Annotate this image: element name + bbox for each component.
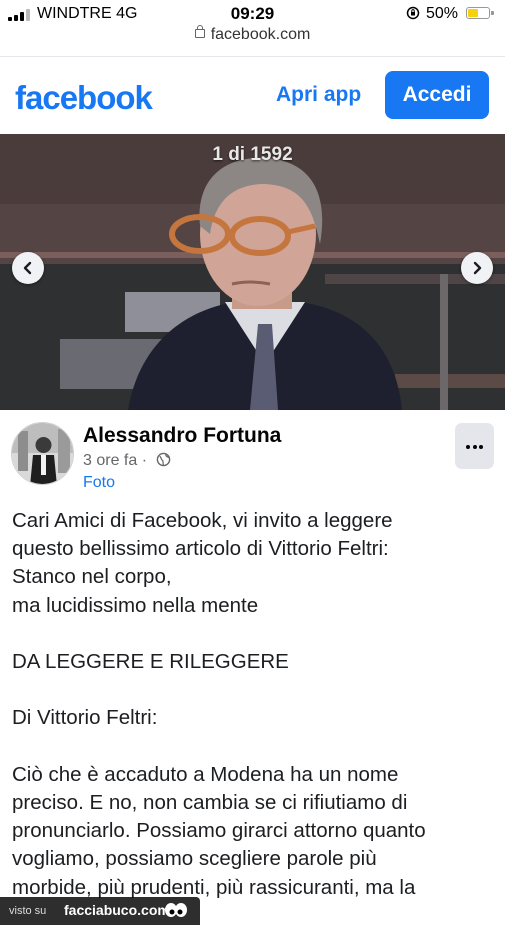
post-text-line: pronunciarlo. Possiamo girarci attorno q… xyxy=(12,819,426,843)
post-photo[interactable]: 1 di 1592 xyxy=(0,134,505,410)
avatar-image xyxy=(12,423,73,484)
next-photo-button[interactable] xyxy=(461,252,493,284)
post-text-line: Cari Amici di Facebook, vi invito a legg… xyxy=(12,509,393,532)
facebook-logo[interactable]: facebook xyxy=(15,79,153,117)
meta-separator: · xyxy=(141,452,148,469)
album-link[interactable]: Foto xyxy=(83,474,115,492)
status-bar: WINDTRE 4G 09:29 50% xyxy=(0,0,505,28)
watermark-prefix: visto su xyxy=(9,905,47,917)
rotation-lock-icon xyxy=(406,6,420,20)
site-header: facebook Apri app Accedi xyxy=(0,56,505,135)
post-text-line: Ciò che è accaduto a Modena ha un nome xyxy=(12,762,399,786)
photo-counter: 1 di 1592 xyxy=(212,144,293,165)
watermark-site: facciabuco.com xyxy=(64,902,170,918)
photo-image xyxy=(0,134,505,410)
login-button[interactable]: Accedi xyxy=(385,71,489,119)
watermark: visto su facciabuco.com xyxy=(0,897,200,925)
battery-level-fill xyxy=(468,9,478,17)
post-text-line: vogliamo, possiamo scegliere parole più xyxy=(12,847,377,871)
globe-icon xyxy=(156,452,170,467)
post-author[interactable]: Alessandro Fortuna xyxy=(83,424,281,448)
avatar[interactable] xyxy=(11,422,74,485)
url-text: facebook.com xyxy=(210,26,311,43)
post-text: Cari Amici di Facebook, vi invito a legg… xyxy=(12,507,497,902)
post-text-line: questo bellissimo articolo di Vittorio F… xyxy=(12,537,389,561)
post-text-line: Di Vittorio Feltri: xyxy=(12,706,158,730)
battery-icon xyxy=(466,7,494,19)
open-app-link[interactable]: Apri app xyxy=(276,83,361,107)
address-bar[interactable]: facebook.com xyxy=(0,25,505,50)
eyes-icon xyxy=(165,903,187,917)
battery-percent: 50% xyxy=(426,5,459,22)
previous-photo-button[interactable] xyxy=(12,252,44,284)
more-options-button[interactable] xyxy=(455,423,494,469)
post-time[interactable]: 3 ore fa xyxy=(83,452,137,469)
post-text-line: ma lucidissimo nella mente xyxy=(12,593,259,617)
lock-icon xyxy=(194,25,205,38)
post-text-line: preciso. E no, non cambia se ci rifiutia… xyxy=(12,790,408,814)
post-text-line: Stanco nel corpo, xyxy=(12,565,172,589)
post-meta: 3 ore fa · xyxy=(83,452,171,470)
post-text-line: DA LEGGERE E RILEGGERE xyxy=(12,650,289,673)
chevron-left-icon xyxy=(23,261,32,275)
chevron-right-icon xyxy=(473,261,482,275)
